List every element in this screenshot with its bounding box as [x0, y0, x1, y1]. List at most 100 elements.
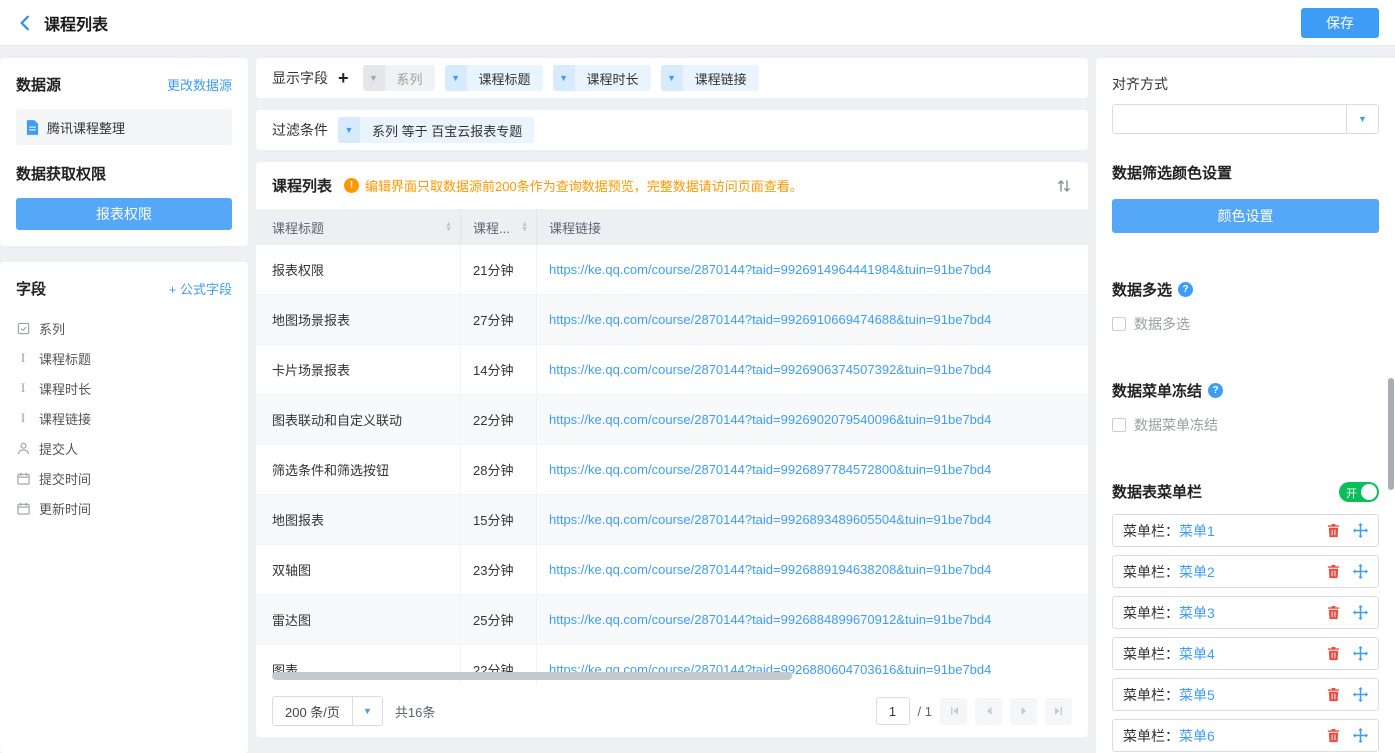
table-footer: 200 条/页 ▼ 共16条 / 1: [256, 685, 1088, 737]
permission-title: 数据获取权限: [16, 163, 232, 184]
page-title: 课程列表: [44, 11, 108, 35]
chevron-left-icon: [16, 14, 34, 32]
delete-menu-icon[interactable]: [1326, 523, 1341, 538]
next-page-button[interactable]: [1010, 698, 1037, 725]
horizontal-scrollbar[interactable]: [272, 672, 792, 680]
datasource-name: 腾讯课程整理: [47, 118, 125, 137]
align-select[interactable]: ▼: [1112, 104, 1379, 134]
delete-menu-icon[interactable]: [1326, 728, 1341, 743]
fields-title: 字段: [16, 278, 46, 299]
field-item-submit-time[interactable]: 提交时间: [16, 463, 232, 493]
display-field-chip-course-link[interactable]: ▼ 课程链接: [661, 65, 759, 91]
course-link[interactable]: https://ke.qq.com/course/2870144?taid=99…: [549, 262, 991, 277]
back-button[interactable]: [16, 14, 34, 32]
field-item-submitter[interactable]: 提交人: [16, 433, 232, 463]
sort-icon[interactable]: ▲▼: [521, 222, 528, 232]
move-menu-icon[interactable]: [1353, 728, 1368, 743]
column-header-course-link: 课程链接: [537, 209, 1088, 245]
menu-row[interactable]: 菜单栏：菜单1: [1112, 514, 1379, 547]
menu-bar-toggle[interactable]: 开: [1339, 482, 1379, 502]
chevron-down-icon[interactable]: ▼: [661, 65, 683, 91]
filter-bar: 过滤条件 ▼ 系列 等于 百宝云报表专题: [256, 110, 1088, 150]
chevron-down-icon[interactable]: ▼: [445, 65, 467, 91]
course-link[interactable]: https://ke.qq.com/course/2870144?taid=99…: [549, 362, 991, 377]
menu-row[interactable]: 菜单栏：菜单5: [1112, 678, 1379, 711]
delete-menu-icon[interactable]: [1326, 564, 1341, 579]
move-menu-icon[interactable]: [1353, 523, 1368, 538]
field-item-course-title[interactable]: I 课程标题: [16, 343, 232, 373]
delete-menu-icon[interactable]: [1326, 646, 1341, 661]
table-title: 课程列表: [272, 175, 332, 196]
menu-row[interactable]: 菜单栏：菜单3: [1112, 596, 1379, 629]
fields-panel: 字段 + 公式字段 系列 I 课程标题 I 课程时长 I 课程链接: [0, 262, 248, 753]
sort-tool-icon[interactable]: [1056, 178, 1072, 194]
course-link[interactable]: https://ke.qq.com/course/2870144?taid=99…: [549, 312, 991, 327]
chevron-down-icon[interactable]: ▼: [338, 117, 360, 143]
table-row: 地图报表 15分钟 https://ke.qq.com/course/28701…: [256, 495, 1088, 545]
page-total: / 1: [918, 704, 932, 719]
help-icon[interactable]: ?: [1208, 383, 1223, 398]
datasource-item[interactable]: 腾讯课程整理: [16, 109, 232, 145]
report-permission-button[interactable]: 报表权限: [16, 198, 232, 230]
page-input[interactable]: [876, 697, 910, 725]
table-header: 课程标题 ▲▼ 课程... ▲▼ 课程链接: [256, 209, 1088, 245]
course-link[interactable]: https://ke.qq.com/course/2870144?taid=99…: [549, 412, 991, 427]
chevron-down-icon[interactable]: ▼: [363, 65, 385, 91]
field-item-course-link[interactable]: I 课程链接: [16, 403, 232, 433]
course-link[interactable]: https://ke.qq.com/course/2870144?taid=99…: [549, 462, 991, 477]
filter-chip[interactable]: ▼ 系列 等于 百宝云报表专题: [338, 117, 534, 143]
text-field-icon: I: [16, 350, 30, 366]
menu-row[interactable]: 菜单栏：菜单4: [1112, 637, 1379, 670]
sort-icon[interactable]: ▲▼: [445, 222, 452, 232]
field-item-course-duration[interactable]: I 课程时长: [16, 373, 232, 403]
chevron-down-icon[interactable]: ▼: [1346, 105, 1378, 133]
table-row: 报表权限 21分钟 https://ke.qq.com/course/28701…: [256, 245, 1088, 295]
display-field-chip-course-title[interactable]: ▼ 课程标题: [445, 65, 543, 91]
display-fields-label: 显示字段: [272, 68, 328, 88]
delete-menu-icon[interactable]: [1326, 687, 1341, 702]
checkbox-box[interactable]: [1112, 317, 1126, 331]
table-row: 双轴图 23分钟 https://ke.qq.com/course/287014…: [256, 545, 1088, 595]
menu-freeze-title: 数据菜单冻结: [1112, 380, 1202, 401]
display-field-chip-course-duration[interactable]: ▼ 课程时长: [553, 65, 651, 91]
date-field-icon: [16, 502, 30, 515]
checkbox-box[interactable]: [1112, 418, 1126, 432]
chevron-down-icon[interactable]: ▼: [352, 697, 382, 725]
page-size-select[interactable]: 200 条/页 ▼: [272, 696, 383, 726]
move-menu-icon[interactable]: [1353, 687, 1368, 702]
course-link[interactable]: https://ke.qq.com/course/2870144?taid=99…: [549, 562, 991, 577]
help-icon[interactable]: ?: [1178, 282, 1193, 297]
align-select-input[interactable]: [1113, 105, 1346, 133]
first-page-button[interactable]: [940, 698, 967, 725]
field-item-series[interactable]: 系列: [16, 313, 232, 343]
field-item-update-time[interactable]: 更新时间: [16, 493, 232, 523]
menu-row[interactable]: 菜单栏：菜单6: [1112, 719, 1379, 752]
prev-page-button[interactable]: [975, 698, 1002, 725]
multi-select-checkbox[interactable]: 数据多选: [1112, 314, 1379, 334]
pagination: / 1: [876, 697, 1072, 725]
table-row: 图表联动和自定义联动 22分钟 https://ke.qq.com/course…: [256, 395, 1088, 445]
add-formula-field-link[interactable]: + 公式字段: [169, 279, 232, 298]
course-link[interactable]: https://ke.qq.com/course/2870144?taid=99…: [549, 612, 991, 627]
page-scrollbar[interactable]: [1388, 378, 1394, 490]
delete-menu-icon[interactable]: [1326, 605, 1341, 620]
change-datasource-link[interactable]: 更改数据源: [167, 75, 232, 94]
display-field-chip-series[interactable]: ▼ 系列: [363, 65, 435, 91]
move-menu-icon[interactable]: [1353, 605, 1368, 620]
column-header-course-duration[interactable]: 课程... ▲▼: [461, 209, 537, 245]
last-page-button[interactable]: [1045, 698, 1072, 725]
select-field-icon: [16, 322, 30, 335]
add-display-field-button[interactable]: +: [338, 69, 349, 87]
menu-row[interactable]: 菜单栏：菜单2: [1112, 555, 1379, 588]
move-menu-icon[interactable]: [1353, 564, 1368, 579]
text-field-icon: I: [16, 380, 30, 396]
menu-freeze-checkbox[interactable]: 数据菜单冻结: [1112, 415, 1379, 435]
chevron-down-icon[interactable]: ▼: [553, 65, 575, 91]
settings-panel: 对齐方式 ▼ 数据筛选颜色设置 颜色设置 数据多选 ? 数据多选 数据菜单冻结 …: [1096, 58, 1395, 753]
column-header-course-title[interactable]: 课程标题 ▲▼: [256, 209, 461, 245]
course-link[interactable]: https://ke.qq.com/course/2870144?taid=99…: [549, 512, 991, 527]
color-settings-button[interactable]: 颜色设置: [1112, 199, 1379, 233]
save-button[interactable]: 保存: [1301, 8, 1379, 38]
person-field-icon: [16, 442, 30, 455]
move-menu-icon[interactable]: [1353, 646, 1368, 661]
